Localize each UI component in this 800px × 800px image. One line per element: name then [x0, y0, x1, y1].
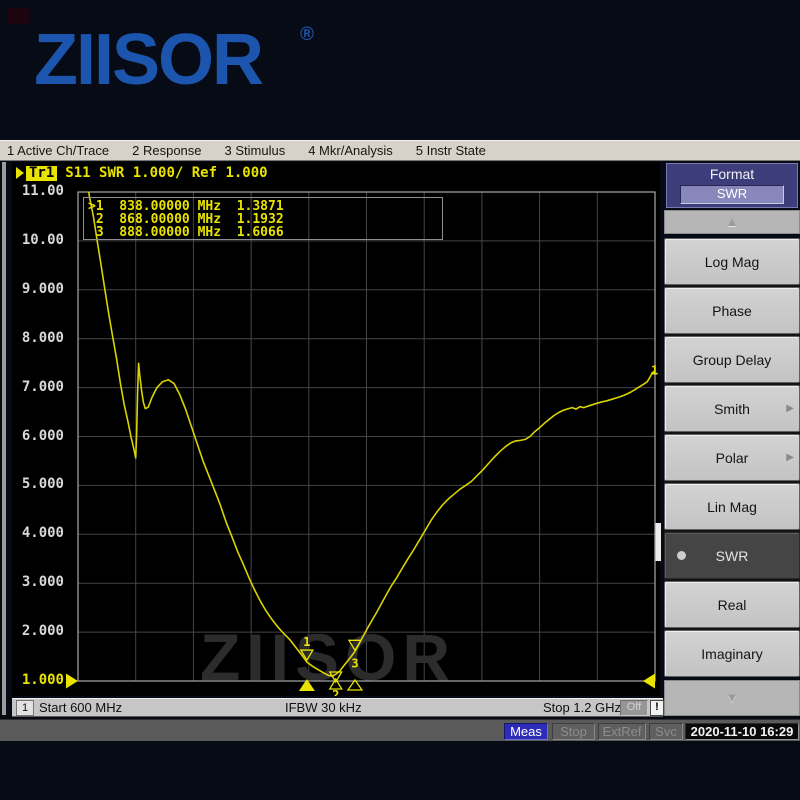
softkey-menu-value: SWR [680, 185, 784, 204]
submenu-arrow-icon: ▶ [786, 452, 794, 463]
scroll-up-button[interactable]: ▲ [664, 210, 800, 234]
status-stop: Stop [552, 723, 595, 740]
menu-item[interactable]: 5 Instr State [416, 143, 486, 158]
softkey-label: Phase [712, 303, 752, 319]
ifbw-label: IFBW 30 kHz [285, 700, 362, 715]
watermark: ZIISOR [200, 620, 456, 694]
stop-frequency-label: Stop 1.2 GHz [543, 700, 621, 715]
brand-logo: ZIISOR [34, 22, 262, 98]
softkey-smith[interactable]: Smith ▶ [664, 385, 800, 432]
softkey-label: Polar [716, 450, 749, 466]
status-datetime: 2020-11-10 16:29 [685, 723, 799, 740]
status-meas: Meas [504, 723, 548, 740]
marker-number-label: 1 [303, 635, 310, 649]
softkey-lin-mag[interactable]: Lin Mag [664, 483, 800, 530]
marker-number-label: 3 [351, 656, 358, 670]
softkey-phase[interactable]: Phase [664, 287, 800, 334]
marker-readout-row: 3 888.00000 MHz 1.6066 [88, 226, 442, 239]
status-extref: ExtRef [598, 723, 646, 740]
softkey-label: Real [718, 597, 747, 613]
swr-plot: ZIISOR1231 [12, 162, 660, 696]
softkey-label: Log Mag [705, 254, 759, 270]
status-bar: Meas Stop ExtRef Svc 2020-11-10 16:29 [0, 719, 800, 741]
menu-bar: 1 Active Ch/Trace 2 Response 3 Stimulus 4 M… [0, 140, 800, 161]
marker-number-label: 2 [332, 688, 339, 696]
active-trace-arrow-icon [16, 167, 24, 179]
instrument-screen: >1 838.00000 MHz 1.3871 2 868.00000 MHz … [12, 162, 660, 696]
start-frequency-label: Start 600 MHz [39, 700, 122, 715]
status-svc: Svc [649, 723, 683, 740]
scroll-down-button[interactable]: ▼ [664, 680, 800, 716]
softkey-menu-header: Format SWR [666, 163, 798, 208]
softkey-label: Smith [714, 401, 750, 417]
ref-level-arrow-left-icon [66, 674, 78, 689]
scroll-up-icon: ▲ [726, 214, 739, 229]
softkey-label: Group Delay [693, 352, 772, 368]
submenu-arrow-icon: ▶ [786, 403, 794, 414]
softkey-menu-title: Format [667, 164, 797, 184]
menu-item[interactable]: 1 Active Ch/Trace [7, 143, 109, 158]
softkey-swr[interactable]: SWR [664, 532, 800, 579]
menu-item[interactable]: 2 Response [132, 143, 201, 158]
alert-indicator: ! [650, 700, 664, 716]
softkey-polar[interactable]: Polar ▶ [664, 434, 800, 481]
channel-number-badge: 1 [16, 700, 34, 716]
trace-tag[interactable]: Tr1 [26, 166, 57, 181]
menu-item[interactable]: 4 Mkr/Analysis [308, 143, 393, 158]
softkey-label: Lin Mag [707, 499, 757, 515]
trace-format-label: S11 SWR 1.000/ Ref 1.000 [65, 165, 267, 181]
softkey-button-stack: Log Mag Phase Group Delay Smith ▶ Polar ▶ Lin M… [664, 238, 800, 677]
marker-readout-box: >1 838.00000 MHz 1.3871 2 868.00000 MHz … [83, 197, 443, 240]
ref-level-arrow-right-icon [643, 674, 655, 689]
off-indicator: Off [620, 700, 648, 716]
softkey-real[interactable]: Real [664, 581, 800, 628]
softkey-imaginary[interactable]: Imaginary [664, 630, 800, 677]
scroll-down-icon: ▼ [726, 690, 739, 705]
corner-mark [8, 8, 30, 24]
trace-status-line: Tr1 S11 SWR 1.000/ Ref 1.000 [16, 165, 268, 181]
screen-left-frame [2, 162, 6, 715]
grid-lines [78, 192, 655, 681]
softkey-label: Imaginary [701, 646, 762, 662]
softkey-panel: Format SWR ▲ Log Mag Phase Group Delay Smit… [664, 162, 800, 718]
registered-trademark-icon: ® [300, 24, 314, 46]
softkey-log-mag[interactable]: Log Mag [664, 238, 800, 285]
channel-bar: 1 Start 600 MHz IFBW 30 kHz Stop 1.2 GHz… [12, 698, 663, 717]
softkey-group-delay[interactable]: Group Delay [664, 336, 800, 383]
selected-dot-icon [677, 551, 686, 560]
marker-number-label: 1 [651, 363, 658, 377]
menu-item[interactable]: 3 Stimulus [225, 143, 286, 158]
softkey-label: SWR [716, 548, 749, 564]
